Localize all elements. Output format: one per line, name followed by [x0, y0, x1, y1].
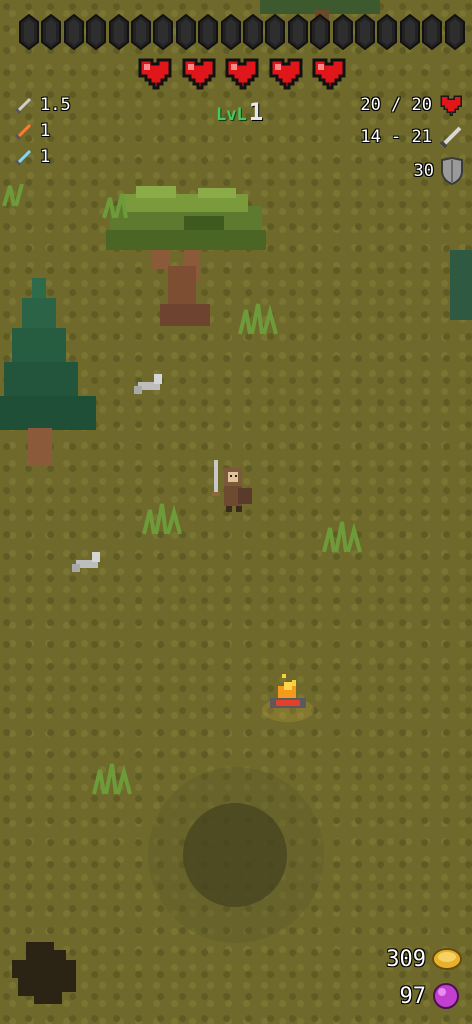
- campfire: [262, 674, 314, 722]
- gold-counter: 309: [386, 946, 462, 972]
- grass-tuft: [238, 303, 278, 335]
- heart-icon: [312, 58, 346, 90]
- tree-edge-right: [450, 250, 472, 320]
- damage-stat: 14 - 21: [360, 120, 464, 154]
- xp-segment: [399, 14, 420, 50]
- heart-icon: [269, 58, 302, 90]
- right-stats: 20 / 20 14 - 21 30: [360, 90, 464, 188]
- xp-segment: [355, 14, 375, 50]
- ice-sword-icon: [14, 149, 32, 167]
- xp-segment: [131, 14, 151, 50]
- shield-icon: [441, 157, 463, 185]
- stat-value: 1: [40, 147, 51, 167]
- health-stat: 20 / 20: [360, 90, 464, 120]
- stat-value: 1: [40, 121, 51, 141]
- xp-segment: [63, 14, 84, 50]
- gold-value: 309: [386, 946, 426, 972]
- stat-attack-speed: 1.5: [14, 92, 71, 118]
- bone-pile: [134, 374, 162, 394]
- grass-tuft: [102, 193, 128, 219]
- xp-segment: [310, 14, 331, 50]
- xp-segment: [332, 14, 353, 50]
- stat-ice-damage: 1: [14, 144, 71, 170]
- bone-pile: [72, 552, 100, 572]
- xp-segment: [108, 14, 129, 50]
- health-text: 20 / 20: [360, 95, 432, 115]
- pine-tree: [0, 278, 96, 466]
- heart-icon: [225, 58, 259, 90]
- xp-segment: [175, 14, 196, 50]
- xp-segment: [377, 14, 398, 50]
- game-world[interactable]: LvL 1 1.5 1 1 20 / 20 14 - 21 30 309 97: [0, 0, 472, 1024]
- xp-segment: [422, 14, 443, 50]
- xp-segment: [444, 14, 465, 50]
- level-value: 1: [248, 98, 264, 126]
- sword-icon: [14, 97, 32, 115]
- sword-icon: [439, 126, 462, 149]
- xp-segment: [86, 14, 107, 50]
- grass-tuft: [2, 183, 24, 207]
- grass-tuft: [322, 521, 362, 553]
- stat-value: 1.5: [40, 95, 71, 115]
- grass-tuft: [142, 503, 182, 535]
- xp-segment: [243, 14, 263, 50]
- gold-coin-icon: [432, 948, 462, 970]
- player-character: [212, 460, 252, 512]
- xp-segment: [265, 14, 286, 50]
- purple-gem-icon: [433, 983, 459, 1009]
- heart-icon: [138, 58, 172, 90]
- armor-text: 30: [413, 161, 434, 181]
- xp-segment: [41, 14, 62, 50]
- stat-fire-damage: 1: [14, 118, 71, 144]
- heart-icon: [440, 95, 462, 116]
- xp-segment: [198, 14, 219, 50]
- gem-counter: 97: [400, 982, 461, 1010]
- armor-stat: 30: [360, 154, 464, 188]
- fire-sword-icon: [14, 123, 32, 141]
- bag-button-icon[interactable]: [10, 938, 82, 1010]
- grass-tuft: [92, 763, 132, 795]
- xp-segment: [153, 14, 174, 50]
- heart-icon: [182, 58, 215, 90]
- xp-segment: [220, 14, 241, 50]
- gem-value: 97: [399, 983, 427, 1009]
- joystick-thumb[interactable]: [183, 803, 287, 907]
- xp-segment: [287, 14, 308, 50]
- damage-text: 14 - 21: [360, 127, 432, 147]
- level-indicator: LvL 1: [216, 98, 263, 126]
- xp-segment: [19, 14, 39, 50]
- level-prefix: LvL: [216, 105, 247, 125]
- left-stats: 1.5 1 1: [14, 92, 71, 170]
